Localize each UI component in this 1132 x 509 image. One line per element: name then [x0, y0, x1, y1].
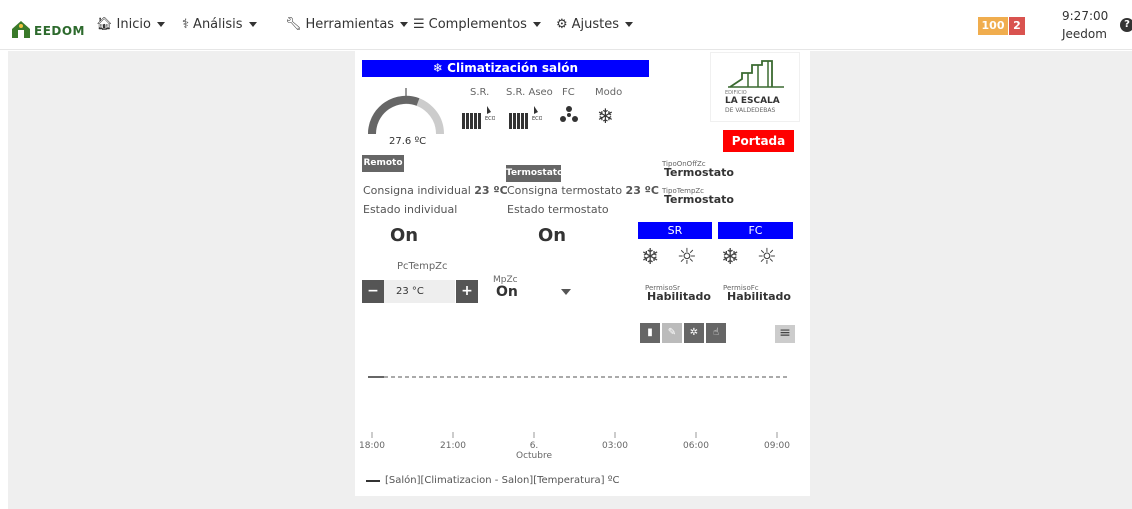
- nav-complementos-label: Complementos: [428, 17, 527, 32]
- chevron-down-icon: [625, 22, 634, 27]
- x-tick-label: 09:00: [764, 441, 790, 451]
- col-modo-label: Modo: [595, 87, 623, 98]
- nav-inicio[interactable]: 🏠︎ Inicio: [96, 17, 165, 32]
- legend-swatch: [366, 479, 380, 482]
- help-icon[interactable]: ?: [1120, 18, 1132, 32]
- hand-icon[interactable]: ☝: [706, 323, 726, 343]
- consigna-individual: Consigna individual 23 ºC: [363, 184, 508, 197]
- permiso-fc-value: HabilitadoFrío: [727, 290, 791, 303]
- nav-complementos[interactable]: ☰ Complementos: [413, 17, 541, 32]
- radiator-eco-icon[interactable]: ECO: [508, 103, 542, 131]
- navbar: EEDOM 🏠︎ Inicio ⚕ Análisis 🔧︎ Herramient…: [0, 0, 1132, 50]
- chevron-down-icon: [532, 22, 541, 27]
- logo-main-text: LA ESCALA: [725, 96, 780, 106]
- x-axis-ticks: [371, 432, 778, 438]
- wrench-icon: 🔧︎: [285, 17, 302, 32]
- chart-legend[interactable]: [Salón][Climatizacion - Salon][Temperatu…: [366, 475, 619, 486]
- warning-badge[interactable]: 100: [978, 17, 1008, 35]
- tipo-temp-value: Termostato: [664, 193, 734, 206]
- widget-title: ❄ Climatización salón: [362, 60, 649, 77]
- legend-label: [Salón][Climatizacion - Salon][Temperatu…: [385, 475, 620, 486]
- nav-inicio-label: Inicio: [116, 17, 151, 32]
- cog-icon: ⚙: [556, 17, 568, 32]
- door-icon[interactable]: ▮: [640, 323, 660, 343]
- temperature-chart: [368, 376, 788, 438]
- pin-icon[interactable]: ✎: [662, 323, 682, 343]
- mpzc-select-value[interactable]: On: [496, 284, 518, 300]
- fan-icon[interactable]: [560, 106, 578, 124]
- snowflake-icon: ❄: [432, 61, 448, 75]
- chevron-down-icon: [400, 22, 409, 27]
- brand-text: EEDOM: [34, 24, 85, 38]
- tipo-onoff-value: Termostato: [664, 166, 734, 179]
- snowflake-icon[interactable]: ❄: [721, 245, 739, 270]
- remoto-button[interactable]: Remoto: [362, 155, 404, 172]
- svg-text:ECO: ECO: [532, 116, 542, 122]
- portada-button[interactable]: Portada: [723, 130, 794, 152]
- consigna-termostato: Consigna termostato 23 ºC: [507, 184, 659, 197]
- menu-icon[interactable]: ≡: [775, 325, 795, 343]
- col-sr-label: S.R.: [470, 87, 490, 98]
- chevron-down-icon: [156, 22, 165, 27]
- sun-icon[interactable]: ☼: [757, 245, 777, 270]
- pctempzc-input[interactable]: 23 °C: [384, 280, 455, 303]
- clock-time: 9:27:00: [1062, 9, 1109, 23]
- stethoscope-icon: ⚕: [182, 17, 190, 32]
- x-tick-label: 21:00: [440, 441, 466, 451]
- snowflake-icon[interactable]: ✲: [684, 323, 704, 343]
- x-tick-label: 06:00: [683, 441, 709, 451]
- increment-button[interactable]: +: [456, 280, 478, 303]
- radiator-eco-icon[interactable]: ECO: [461, 103, 495, 131]
- col-sr-aseo-label: S.R. Aseo: [506, 87, 553, 98]
- pctempzc-label: PcTempZc: [397, 261, 448, 272]
- estado-termostato-value: On: [538, 225, 567, 246]
- nav-ajustes[interactable]: ⚙ Ajustes: [556, 17, 634, 32]
- building-logo: EDIFICIO LA ESCALA DE VALDEDEBAS: [710, 52, 800, 122]
- logo-sub-text: DE VALDEDEBAS: [725, 107, 776, 114]
- danger-badge[interactable]: 2: [1009, 17, 1025, 35]
- nav-analisis-label: Análisis: [193, 17, 243, 32]
- nav-ajustes-label: Ajustes: [571, 17, 620, 32]
- x-tick-label: 18:00: [359, 441, 385, 451]
- list-icon: ☰: [413, 17, 425, 32]
- sun-icon[interactable]: ☼: [677, 245, 697, 270]
- jeedom-logo[interactable]: EEDOM: [10, 10, 85, 40]
- building-logo-icon: [728, 60, 784, 88]
- permiso-sr-value: HabilitadoFrío: [647, 290, 711, 303]
- chevron-down-icon[interactable]: [561, 289, 571, 295]
- nav-herramientas-label: Herramientas: [305, 17, 395, 32]
- fc-header: FC: [718, 222, 793, 239]
- decrement-button[interactable]: −: [362, 280, 384, 303]
- snowflake-mode-icon[interactable]: ❄: [597, 104, 614, 128]
- estado-individual-label: Estado individual: [363, 203, 458, 216]
- sr-header: SR: [638, 222, 712, 239]
- x-tick-label: 03:00: [602, 441, 628, 451]
- user-name[interactable]: Jeedom: [1062, 27, 1107, 41]
- home-icon: 🏠︎: [96, 17, 113, 32]
- termostato-button[interactable]: Termostato: [506, 165, 563, 182]
- nav-analisis[interactable]: ⚕ Análisis: [182, 17, 257, 32]
- x-tick-label: 6. Octubre: [515, 441, 553, 461]
- col-fc-label: FC: [562, 87, 575, 98]
- temperature-value: 27.6 ºC: [389, 136, 427, 147]
- chevron-down-icon: [248, 22, 257, 27]
- estado-termostato-label: Estado termostato: [507, 203, 609, 216]
- house-logo-icon: [12, 21, 30, 38]
- svg-text:ECO: ECO: [485, 116, 495, 122]
- nav-herramientas[interactable]: 🔧︎ Herramientas: [285, 17, 409, 32]
- temperature-gauge: [367, 88, 444, 135]
- snowflake-icon[interactable]: ❄: [641, 245, 659, 270]
- estado-individual-value: On: [390, 225, 419, 246]
